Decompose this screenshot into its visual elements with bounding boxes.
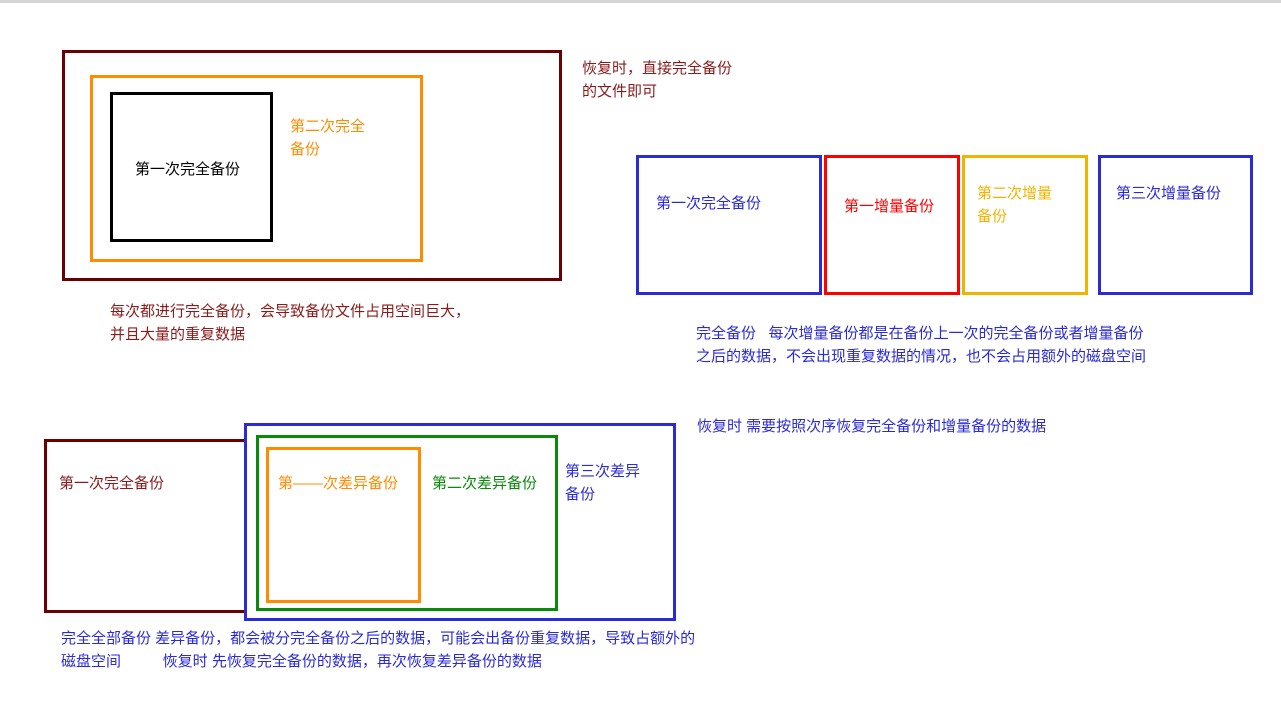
incr-box3-label: 第二次增量 备份	[977, 183, 1052, 228]
full-backup-note-bottom: 每次都进行完全备份，会导致备份文件占用空间巨大， 并且大量的重复数据	[110, 301, 470, 346]
incr-box4-label: 第三次增量备份	[1116, 183, 1221, 206]
incr-box2-label: 第一增量备份	[844, 196, 934, 219]
diff-box2-label: 第二次差异备份	[432, 473, 537, 496]
diff-note-bottom: 完全全部备份 差异备份，都会被分完全备份之后的数据，可能会出备份重复数据，导致占…	[61, 628, 695, 673]
incr-box1-label: 第一次完全备份	[656, 193, 761, 216]
diff-box1-label: 第一次完全备份	[59, 473, 164, 496]
diff-box1-inner-label: 第——次差异备份	[278, 473, 398, 496]
incr-box2-red	[824, 155, 960, 295]
full-backup-box2-label: 第二次完全 备份	[290, 116, 365, 161]
incr-box4-blue	[1098, 155, 1253, 295]
diff-box3-label: 第三次差异 备份	[565, 461, 640, 506]
full-backup-note-top: 恢复时，直接完全备份 的文件即可	[582, 58, 732, 103]
incr-note-bottom: 完全备份 每次增量备份都是在备份上一次的完全备份或者增量备份 之后的数据，不会出…	[696, 323, 1146, 368]
incr-box1-blue	[636, 155, 822, 295]
diff-box1-orange	[266, 447, 421, 603]
incr-note-recover: 恢复时 需要按照次序恢复完全备份和增量备份的数据	[697, 416, 1046, 439]
full-backup-box1-label: 第一次完全备份	[135, 159, 240, 182]
diff-box1-maroon	[44, 439, 251, 613]
